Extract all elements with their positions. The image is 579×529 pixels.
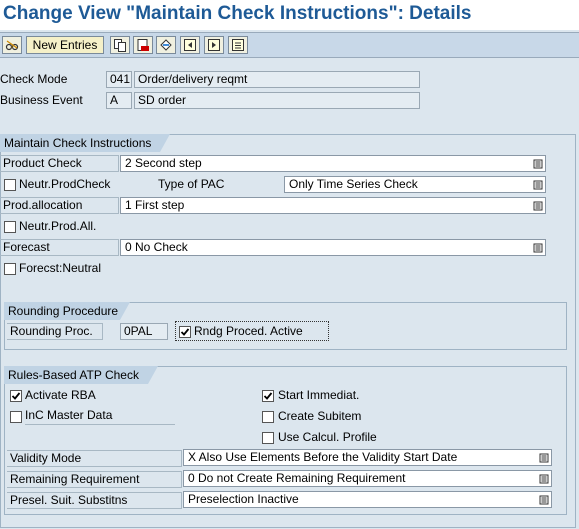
business-event-text: SD order	[134, 92, 420, 109]
dropdown-icon[interactable]	[531, 177, 545, 192]
prod-allocation-label: Prod.allocation	[0, 197, 119, 214]
forecast-select[interactable]: 0 No Check	[120, 239, 546, 256]
neutr-prod-check-label: Neutr.ProdCheck	[19, 177, 111, 191]
forecast-value: 0 No Check	[125, 240, 188, 254]
prod-allocation-select[interactable]: 1 First step	[120, 197, 546, 214]
type-of-pac-select[interactable]: Only Time Series Check	[284, 176, 546, 193]
edit-glasses-icon	[5, 40, 19, 51]
use-calcul-profile-label: Use Calcul. Profile	[278, 430, 377, 444]
remaining-requirement-select[interactable]: 0 Do not Create Remaining Requirement	[183, 470, 552, 487]
neutr-prod-all-checkbox[interactable]	[4, 221, 16, 233]
inc-master-data-label: InC Master Data	[25, 408, 175, 425]
dropdown-icon[interactable]	[531, 198, 545, 213]
create-subitem-checkbox[interactable]	[262, 411, 274, 423]
rules-based-atp-check-title: Rules-Based ATP Check	[4, 366, 158, 384]
previous-entry-icon	[184, 39, 196, 51]
forecst-neutral-checkbox[interactable]	[4, 263, 16, 275]
copy-icon	[114, 39, 126, 52]
copy-button[interactable]	[110, 36, 130, 54]
rndg-active-label: Rndg Proced. Active	[194, 324, 303, 338]
undo-icon	[160, 39, 172, 51]
maintain-check-instructions-title: Maintain Check Instructions	[0, 134, 170, 152]
next-entry-icon	[208, 39, 220, 51]
delete-icon	[137, 39, 149, 51]
remaining-requirement-label: Remaining Requirement	[7, 471, 182, 488]
business-event-label: Business Event	[0, 93, 83, 107]
use-calcul-profile-checkbox[interactable]	[262, 432, 274, 444]
check-mode-text: Order/delivery reqmt	[134, 71, 420, 88]
neutr-prod-check-checkbox[interactable]	[4, 179, 16, 191]
validity-mode-value: X Also Use Elements Before the Validity …	[188, 450, 458, 464]
check-mode-code: 041	[106, 71, 132, 88]
type-of-pac-value: Only Time Series Check	[289, 177, 418, 191]
start-immediat-checkbox[interactable]	[262, 390, 274, 402]
presel-suit-substitns-label: Presel. Suit. Substitns	[7, 492, 182, 509]
rndg-active-checkbox[interactable]	[179, 326, 191, 338]
dropdown-icon[interactable]	[531, 156, 545, 171]
select-all-icon	[232, 39, 244, 51]
product-check-select[interactable]: 2 Second step	[120, 155, 546, 172]
forecast-label: Forecast	[0, 239, 119, 256]
type-of-pac-label: Type of PAC	[158, 177, 225, 191]
check-mode-label: Check Mode	[0, 72, 68, 86]
dropdown-icon[interactable]	[537, 450, 551, 465]
window-title: Change View "Maintain Check Instructions…	[0, 0, 579, 30]
display-change-button[interactable]	[2, 36, 22, 54]
undo-button[interactable]	[156, 36, 176, 54]
dropdown-icon[interactable]	[537, 471, 551, 486]
dropdown-icon[interactable]	[531, 240, 545, 255]
next-entry-button[interactable]	[204, 36, 224, 54]
forecst-neutral-label: Forecst:Neutral	[19, 261, 102, 275]
application-toolbar: New Entries	[0, 32, 579, 58]
checkmark-icon	[180, 328, 190, 336]
product-check-value: 2 Second step	[125, 156, 202, 170]
checkmark-icon	[11, 392, 21, 400]
create-subitem-label: Create Subitem	[278, 409, 362, 423]
validity-mode-select[interactable]: X Also Use Elements Before the Validity …	[183, 449, 552, 466]
product-check-label: Product Check	[0, 155, 119, 172]
presel-suit-substitns-select[interactable]: Preselection Inactive	[183, 491, 552, 508]
validity-mode-label: Validity Mode	[7, 450, 182, 467]
inc-master-data-checkbox[interactable]	[10, 411, 22, 423]
rounding-procedure-title: Rounding Procedure	[4, 302, 130, 320]
rounding-proc-label: Rounding Proc.	[7, 323, 103, 340]
start-immediat-label: Start Immediat.	[278, 388, 360, 402]
dropdown-icon[interactable]	[537, 492, 551, 507]
activate-rba-label: Activate RBA	[25, 388, 96, 402]
remaining-requirement-value: 0 Do not Create Remaining Requirement	[188, 471, 406, 485]
business-event-code: A	[106, 92, 132, 109]
new-entries-button[interactable]: New Entries	[26, 36, 104, 54]
presel-suit-substitns-value: Preselection Inactive	[188, 492, 299, 506]
activate-rba-checkbox[interactable]	[10, 390, 22, 402]
prod-allocation-value: 1 First step	[125, 198, 185, 212]
checkmark-icon	[263, 392, 273, 400]
delete-button[interactable]	[133, 36, 153, 54]
neutr-prod-all-label: Neutr.Prod.All.	[19, 219, 97, 233]
rounding-proc-value[interactable]: 0PAL	[120, 323, 168, 340]
select-all-button[interactable]	[228, 36, 248, 54]
previous-entry-button[interactable]	[180, 36, 200, 54]
